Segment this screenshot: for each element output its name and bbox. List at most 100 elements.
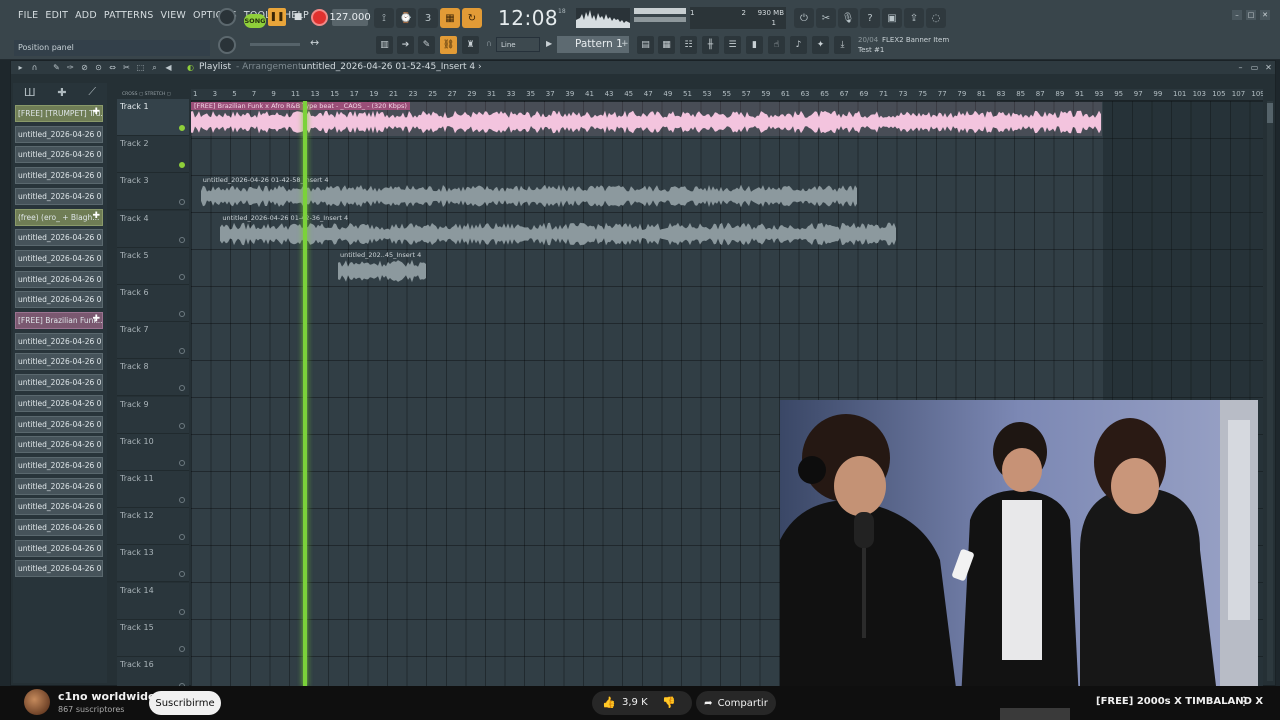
track-header[interactable]: Track 11	[117, 471, 189, 508]
pattern-selector[interactable]: Pattern 1	[557, 36, 629, 53]
pattern-add-icon[interactable]: +	[621, 39, 629, 49]
track-header[interactable]: Track 15	[117, 619, 189, 657]
plugin-icon[interactable]: ▮	[746, 36, 763, 54]
picker-item-add-icon[interactable]: ✚	[92, 211, 100, 221]
track-header[interactable]: Track 13	[117, 545, 189, 583]
dislike-icon[interactable]: 👎	[662, 696, 676, 709]
more-icon[interactable]: ⋮	[1238, 694, 1250, 708]
audio-clip[interactable]: untitled_2026-04-26 01-42-58_Insert 4	[200, 176, 858, 210]
news-banner[interactable]: 20/04 FLEX2 Banner Item Test #1	[856, 34, 966, 56]
slip-tool-icon[interactable]: ⇔	[107, 62, 118, 73]
track-header[interactable]: Track 14	[117, 582, 189, 620]
picker-item[interactable]: untitled_2026-04-26 01-...	[15, 125, 103, 143]
picker-item[interactable]: untitled_2026-04-26 01-...	[15, 477, 103, 495]
master-slider[interactable]	[250, 43, 300, 46]
picker-audio-icon[interactable]: Ш	[24, 86, 36, 99]
cut-icon[interactable]: ✂	[816, 8, 836, 28]
track-mute-led[interactable]	[179, 273, 185, 280]
download-icon[interactable]: ⤓	[834, 36, 851, 54]
playlist-maximize-icon[interactable]: ▭	[1249, 62, 1260, 73]
picker-item[interactable]: untitled_2026-04-26 01-...	[15, 519, 103, 536]
picker-item[interactable]: untitled_2026-04-26 01-...	[15, 539, 103, 557]
menu-patterns[interactable]: PATTERNS	[104, 10, 154, 21]
picker-item[interactable]: [FREE] Brazilian Funk... ✚	[15, 312, 103, 329]
track-mute-led[interactable]	[179, 385, 185, 392]
help-icon[interactable]: ?	[860, 8, 880, 28]
audio-clip[interactable]: untitled_2026-04-26 01-42-36_Insert 4	[220, 214, 897, 248]
picker-automation-icon[interactable]: ⟋	[88, 85, 96, 99]
microphone-icon[interactable]: 🎙	[838, 8, 858, 28]
picker-item[interactable]: untitled_2026-04-26 01-...	[15, 187, 103, 205]
zoom-tool-icon[interactable]: ⌕	[149, 62, 160, 73]
master-volume-knob[interactable]	[218, 8, 236, 26]
mixer-icon[interactable]: ╫	[702, 36, 719, 54]
picker-pattern-icon[interactable]: ✚	[57, 86, 66, 99]
magnet-icon[interactable]: ∩	[486, 39, 492, 48]
countdown-icon[interactable]: 3	[418, 8, 438, 28]
track-header[interactable]: Track 3	[117, 173, 189, 211]
track-header[interactable]: Track 1	[117, 99, 189, 136]
picker-item[interactable]: untitled_2026-04-26 01-...	[15, 560, 103, 578]
playlist-current-clip[interactable]: untitled_2026-04-26 01-52-45_Insert 4 ›	[301, 62, 482, 72]
step-edit-icon[interactable]: ▦	[440, 8, 460, 28]
power-icon[interactable]: ⏻	[794, 8, 814, 28]
audio-clip[interactable]: untitled_202..45_Insert 4	[338, 251, 426, 285]
tempo-display[interactable]: 127.000	[329, 9, 371, 26]
options-arrow-icon[interactable]: ▸	[15, 62, 26, 73]
picker-item-add-icon[interactable]: ✚	[92, 314, 100, 324]
timeline-ruler[interactable]: 1 3 5 7 9 11 13 15 17 19 21 23 25 27 29 31 33 35 37 39 41 43 4…	[191, 89, 1263, 101]
stop-button[interactable]: ■	[290, 8, 306, 26]
picker-item[interactable]: untitled_2026-04-26 01-...	[15, 415, 103, 433]
magnet-snap-icon[interactable]: ∩	[29, 62, 40, 73]
channel-name[interactable]: c1no worldwide	[58, 690, 155, 703]
arrow-right-icon[interactable]: ➔	[397, 36, 414, 54]
menu-add[interactable]: ADD	[75, 10, 97, 21]
track-header[interactable]: Track 10	[117, 433, 189, 471]
track-header[interactable]: Track 2	[117, 136, 189, 174]
menu-file[interactable]: FILE	[18, 10, 38, 21]
track-header[interactable]: Track 6	[117, 285, 189, 322]
picker-item-add-icon[interactable]: ✚	[92, 107, 100, 117]
like-count[interactable]: 3,9 K	[622, 697, 648, 708]
maximize-icon[interactable]: □	[1246, 10, 1256, 20]
track-mute-led[interactable]	[179, 162, 185, 169]
playlist-close-icon[interactable]: ✕	[1263, 62, 1274, 73]
pause-button[interactable]: ❚❚	[268, 8, 286, 26]
slice-tool-icon[interactable]: ✂	[121, 62, 132, 73]
track-mute-led[interactable]	[179, 125, 185, 131]
chat-icon[interactable]: ◌	[926, 8, 946, 28]
menu-view[interactable]: VIEW	[161, 10, 187, 21]
track-mute-led[interactable]	[179, 645, 185, 652]
piano-roll-icon[interactable]: ▦	[658, 36, 675, 54]
next-video-thumbnail[interactable]	[1000, 708, 1070, 720]
song-position-clock[interactable]: 12:08	[498, 6, 558, 30]
track-mute-led[interactable]	[179, 459, 185, 466]
loop-record-icon[interactable]: ↻	[462, 8, 482, 28]
playlist-minimize-icon[interactable]: –	[1235, 62, 1246, 73]
track-mute-led[interactable]	[179, 348, 185, 355]
stamp-icon[interactable]: ♜	[462, 36, 479, 54]
master-pitch-knob[interactable]	[218, 36, 236, 54]
picker-item[interactable]: (free) (ero_ + Blagh... ✚	[15, 208, 103, 226]
playlist-scrollbar[interactable]	[1267, 101, 1273, 681]
picker-item[interactable]: untitled_2026-04-26 01-...	[15, 270, 103, 288]
brush-icon[interactable]: ✎	[418, 36, 435, 54]
picker-item[interactable]: untitled_2026-04-26 01-...	[15, 374, 103, 392]
pattern-prev-icon[interactable]: ▶	[546, 39, 552, 48]
picker-item[interactable]: untitled_2026-04-26 01-...	[15, 229, 103, 247]
picker-item[interactable]: untitled_2026-04-26 01-...	[15, 394, 103, 412]
picker-item[interactable]: [FREE] [TRUMPET] Tru... ✚	[15, 105, 103, 122]
picker-item[interactable]: untitled_2026-04-26 01-...	[15, 353, 103, 371]
track-mute-led[interactable]	[179, 571, 185, 578]
track-mute-led[interactable]	[179, 199, 185, 206]
mute-tool-icon[interactable]: ⊙	[93, 62, 104, 73]
picker-item[interactable]: untitled_2026-04-26 01-...	[15, 436, 103, 454]
track-header[interactable]: Track 7	[117, 322, 189, 360]
browser-icon[interactable]: ☰	[724, 36, 741, 54]
save-icon[interactable]: ▣	[882, 8, 902, 28]
record-button[interactable]	[311, 9, 328, 26]
track-header[interactable]: Track 5	[117, 247, 189, 285]
track-header[interactable]: Track 9	[117, 396, 189, 434]
audio-clip[interactable]: [FREE] Brazilian Funk x Afro R&B Type be…	[191, 102, 1103, 136]
link-icon[interactable]: ⛓	[440, 36, 457, 54]
